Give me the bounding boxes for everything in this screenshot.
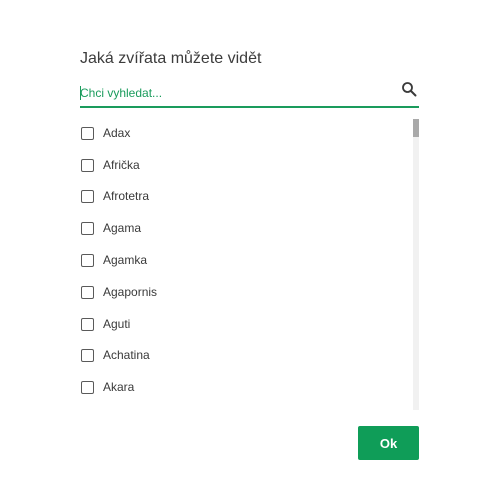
dialog-title: Jaká zvířata můžete vidět	[80, 50, 262, 67]
list-item[interactable]: Adax	[80, 123, 130, 143]
list-item-label: Agapornis	[103, 285, 158, 299]
checkbox[interactable]	[81, 253, 94, 267]
scrollbar-thumb[interactable]	[413, 119, 419, 137]
animal-select-dialog: Jaká zvířata můžete vidět Adax Afrička A…	[0, 0, 500, 500]
list-item[interactable]: Akara	[80, 377, 134, 397]
text-caret	[80, 86, 81, 100]
list-item[interactable]: Agamka	[80, 250, 147, 270]
list-item-label: Achatina	[103, 348, 150, 362]
list-item-label: Aguti	[103, 317, 131, 331]
animal-list[interactable]: Adax Afrička Afrotetra Agama Agamka Agap…	[80, 117, 420, 410]
checkbox[interactable]	[81, 126, 94, 140]
list-item[interactable]: Agama	[80, 218, 141, 238]
checkbox[interactable]	[81, 348, 94, 362]
checkbox[interactable]	[81, 380, 94, 394]
checkbox[interactable]	[81, 317, 94, 331]
list-item-label: Agama	[103, 221, 142, 235]
list-item[interactable]: Afrička	[80, 155, 140, 175]
list-item-label: Agamka	[103, 253, 148, 267]
list-item[interactable]: Afrotetra	[80, 186, 149, 206]
search-icon[interactable]	[401, 81, 417, 97]
checkbox[interactable]	[81, 189, 94, 203]
list-item-label: Afrotetra	[103, 189, 150, 203]
checkbox[interactable]	[81, 158, 94, 172]
list-item[interactable]: Aguti	[80, 314, 130, 334]
list-scrollbar[interactable]	[413, 119, 419, 410]
list-item[interactable]: Achatina	[80, 345, 150, 365]
list-item-label: Afrička	[103, 158, 140, 172]
ok-button[interactable]: Ok	[358, 426, 419, 460]
list-item-label: Adax	[103, 126, 131, 140]
list-item-label: Akara	[103, 380, 135, 394]
search-input[interactable]	[80, 83, 380, 103]
checkbox[interactable]	[81, 285, 94, 299]
list-item[interactable]: Agapornis	[80, 282, 157, 302]
checkbox[interactable]	[81, 221, 94, 235]
search-field[interactable]	[80, 80, 419, 108]
